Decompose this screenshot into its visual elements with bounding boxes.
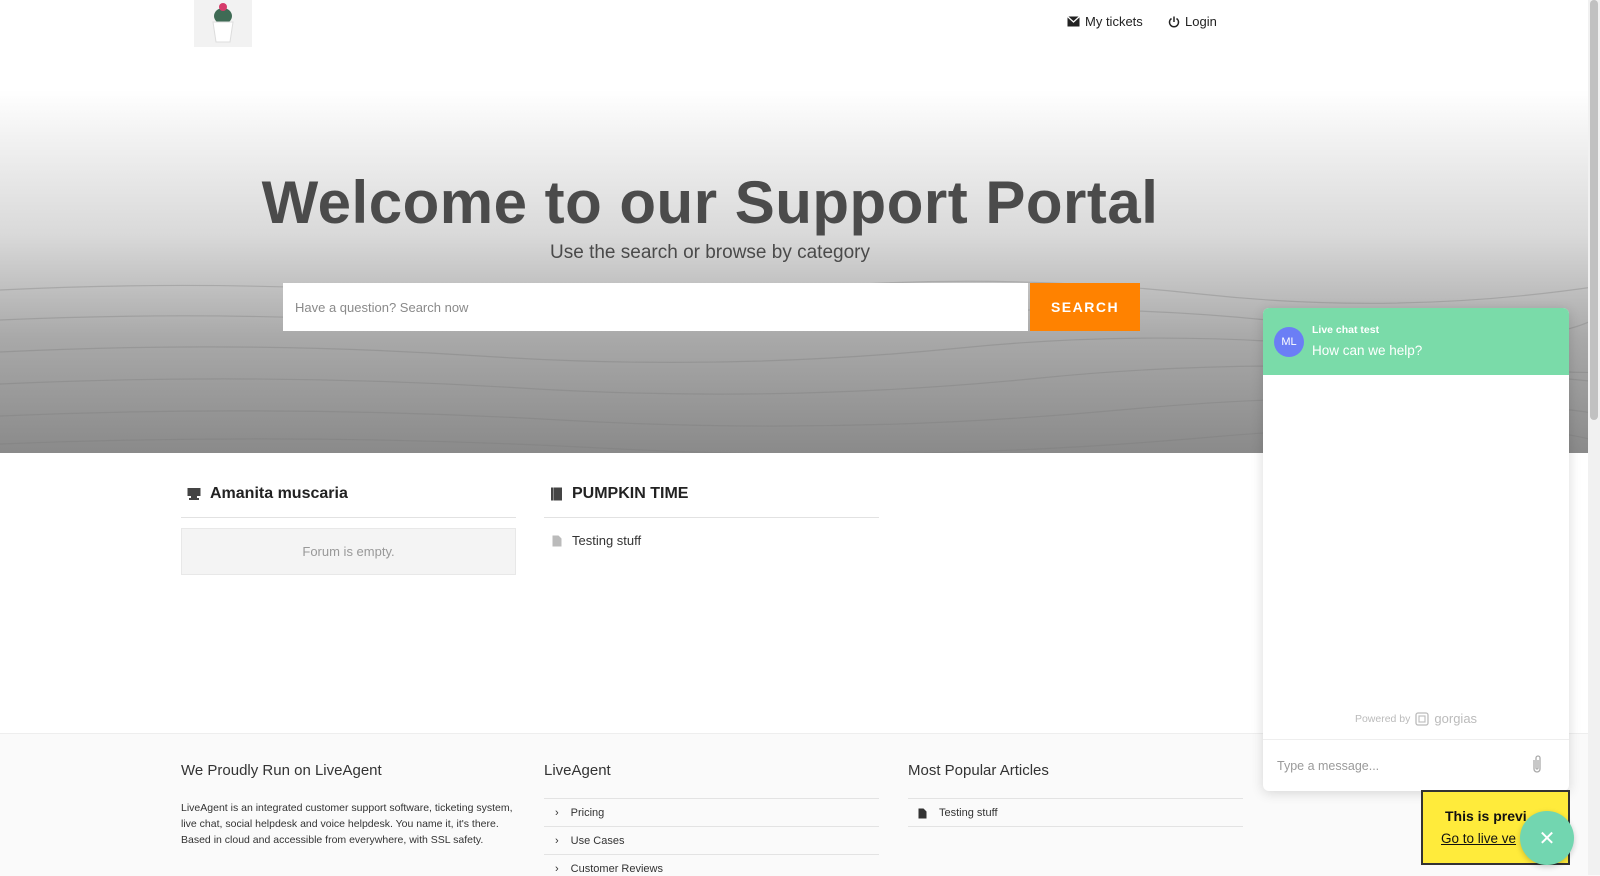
chat-composer [1263, 739, 1569, 791]
footer-title-popular-articles: Most Popular Articles [908, 762, 1049, 779]
article-link[interactable]: Testing stuff [552, 533, 641, 548]
search-button[interactable]: SEARCH [1030, 283, 1140, 331]
chat-title: Live chat test [1312, 324, 1380, 336]
footer-link-pricing[interactable]: › Pricing [555, 807, 604, 819]
divider [181, 517, 516, 518]
footer-link-label: Customer Reviews [570, 863, 663, 875]
category-title: Amanita muscaria [210, 485, 348, 502]
chevron-right-icon: › [555, 807, 559, 819]
divider [544, 826, 879, 827]
book-icon [551, 487, 562, 501]
envelope-icon [1067, 16, 1080, 27]
chat-close-button[interactable]: ✕ [1520, 811, 1574, 865]
chat-header: ML Live chat test How can we help? [1263, 308, 1569, 375]
divider [544, 798, 879, 799]
live-chat-widget: ML Live chat test How can we help? Power… [1263, 308, 1569, 791]
gorgias-logo-icon [1415, 711, 1430, 726]
page-scrollbar[interactable] [1588, 0, 1600, 875]
gorgias-brand: gorgias [1434, 711, 1478, 726]
chevron-right-icon: › [555, 863, 559, 875]
footer-title-liveagent-proud: We Proudly Run on LiveAgent [181, 762, 382, 779]
search-input[interactable] [283, 283, 1028, 331]
article-title: Testing stuff [572, 533, 642, 548]
powered-by-label: Powered by [1354, 712, 1411, 725]
footer-article-link[interactable]: Testing stuff [918, 807, 998, 819]
preview-title: This is previ [1445, 808, 1527, 824]
divider [908, 826, 1243, 827]
chat-greeting: How can we help? [1312, 343, 1423, 358]
avatar: ML [1274, 327, 1304, 357]
footer-link-customer-reviews[interactable]: › Customer Reviews [555, 863, 663, 875]
page-title: Welcome to our Support Portal [261, 169, 1159, 236]
forum-icon [187, 488, 201, 500]
powered-by[interactable]: Powered by gorgias [1263, 711, 1569, 726]
login-label: Login [1185, 14, 1217, 29]
paperclip-icon[interactable] [1531, 754, 1543, 774]
power-icon [1168, 16, 1180, 27]
divider [544, 517, 879, 518]
footer-link-label: Use Cases [570, 835, 625, 847]
category-title: PUMPKIN TIME [572, 485, 689, 502]
go-to-live-link[interactable]: Go to live ve [1441, 831, 1516, 846]
login-link[interactable]: Login [1168, 14, 1217, 29]
divider [908, 798, 1243, 799]
site-header: My tickets Login [0, 0, 1600, 90]
footer-title-liveagent: LiveAgent [544, 762, 611, 779]
close-icon: ✕ [1538, 827, 1556, 850]
chevron-right-icon: › [555, 835, 559, 847]
my-tickets-label: My tickets [1085, 14, 1143, 29]
forum-empty-message: Forum is empty. [181, 528, 516, 575]
document-icon [918, 808, 927, 818]
my-tickets-link[interactable]: My tickets [1067, 14, 1143, 29]
page-subtitle: Use the search or browse by category [550, 242, 870, 263]
document-icon [552, 535, 562, 546]
logo[interactable] [194, 0, 252, 47]
footer-description: LiveAgent is an integrated customer supp… [181, 802, 513, 846]
scrollbar-thumb[interactable] [1590, 0, 1598, 420]
footer-link-use-cases[interactable]: › Use Cases [555, 835, 624, 847]
divider [544, 854, 879, 855]
category-header-amanita[interactable]: Amanita muscaria [187, 485, 348, 503]
chat-message-input[interactable] [1275, 750, 1529, 782]
category-header-pumpkin[interactable]: PUMPKIN TIME [550, 485, 688, 503]
footer-link-label: Testing stuff [939, 807, 998, 819]
footer-link-label: Pricing [570, 807, 605, 819]
